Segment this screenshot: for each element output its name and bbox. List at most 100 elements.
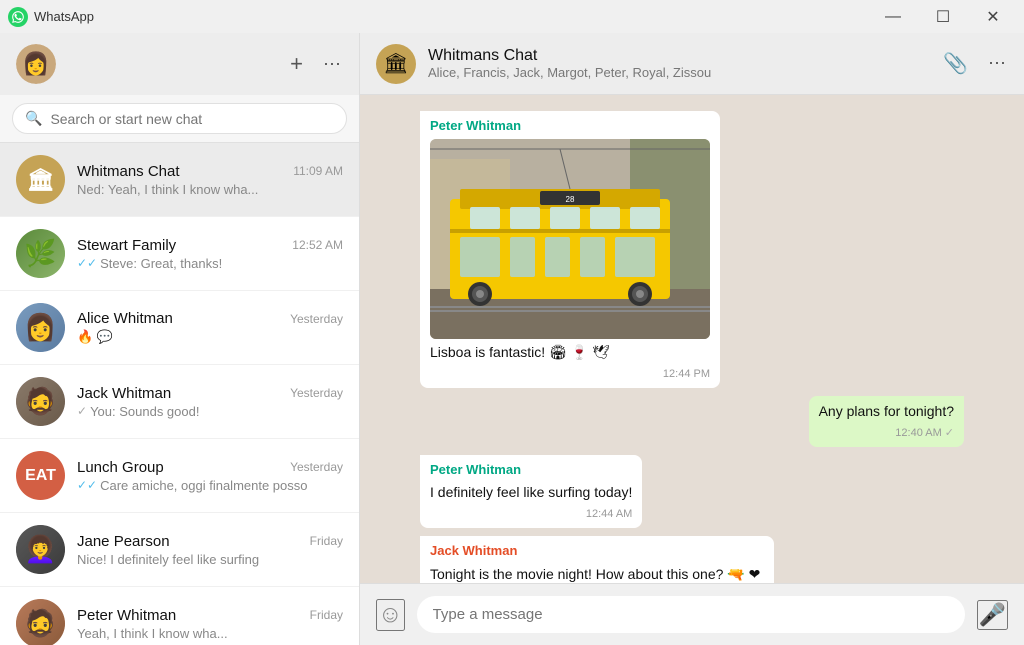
chat-info-jack: Jack Whitman Yesterday ✓ You: Sounds goo…: [77, 385, 343, 419]
chat-name: Lunch Group: [77, 459, 164, 476]
chat-item-alice[interactable]: 👩 Alice Whitman Yesterday 🔥 💬: [0, 291, 359, 365]
chat-item-peter[interactable]: 🧔 Peter Whitman Friday Yeah, I think I k…: [0, 587, 359, 645]
chat-header-name: Whitmans Chat: [428, 47, 931, 65]
message-bubble: Peter Whitman I definitely feel like sur…: [420, 455, 642, 528]
avatar-image: 👩: [16, 303, 65, 352]
chat-list: 🏛 Whitmans Chat 11:09 AM Ned: Yeah, I th…: [0, 143, 359, 645]
chat-info-jane: Jane Pearson Friday Nice! I definitely f…: [77, 533, 343, 567]
chat-avatar-stewart: 🌿: [16, 229, 65, 278]
message-time: 12:40 AM ✓: [819, 426, 954, 441]
chat-header-actions: 📎 ⋯: [943, 51, 1008, 76]
message-sender: Peter Whitman: [430, 461, 632, 479]
chat-menu-button[interactable]: ⋯: [988, 51, 1008, 76]
chat-name: Jack Whitman: [77, 385, 171, 402]
preview-text: Care amiche, oggi finalmente posso: [100, 478, 307, 493]
new-chat-button[interactable]: +: [290, 51, 303, 77]
sidebar-header: 👩 + ⋯: [0, 33, 359, 95]
avatar-image: 🌿: [16, 229, 65, 278]
chat-name-row: Jack Whitman Yesterday: [77, 385, 343, 402]
chat-info-alice: Alice Whitman Yesterday 🔥 💬: [77, 310, 343, 345]
search-bar: 🔍: [0, 95, 359, 143]
chat-time: 11:09 AM: [293, 164, 343, 178]
chat-item-stewart[interactable]: 🌿 Stewart Family 12:52 AM ✓✓ Steve: Grea…: [0, 217, 359, 291]
message-text: Lisboa is fantastic! 🏟 🍷 🕊: [430, 343, 710, 363]
double-check-icon: ✓✓: [77, 256, 97, 270]
mic-button[interactable]: 🎤: [977, 600, 1008, 630]
chat-name: Jane Pearson: [77, 533, 170, 550]
chat-item-jane[interactable]: 👩‍🦱 Jane Pearson Friday Nice! I definite…: [0, 513, 359, 587]
message-sender: Peter Whitman: [430, 117, 710, 135]
message-time: 12:44 AM: [430, 507, 632, 522]
double-check-icon: ✓✓: [77, 478, 97, 492]
chat-name: Peter Whitman: [77, 607, 176, 624]
single-check-icon: ✓: [77, 404, 87, 418]
chat-preview: Ned: Yeah, I think I know wha...: [77, 182, 343, 197]
attachment-button[interactable]: 📎: [943, 51, 968, 76]
app-logo: [8, 7, 28, 27]
message-input-bar: ☺ 🎤: [360, 583, 1024, 645]
chat-avatar-jack: 🧔: [16, 377, 65, 426]
message-image: 28: [430, 139, 710, 339]
app-title: WhatsApp: [34, 9, 870, 24]
chat-item-whitmans[interactable]: 🏛 Whitmans Chat 11:09 AM Ned: Yeah, I th…: [0, 143, 359, 217]
message-sender: Jack Whitman: [430, 542, 764, 560]
lunch-avatar-text: EAT: [25, 467, 56, 485]
chat-header: 🏛 Whitmans Chat Alice, Francis, Jack, Ma…: [360, 33, 1024, 95]
maximize-button[interactable]: ☐: [920, 0, 966, 33]
chat-avatar-jane: 👩‍🦱: [16, 525, 65, 574]
message-bubble: Jack Whitman Tonight is the movie night!…: [420, 536, 774, 583]
chat-preview: ✓✓ Steve: Great, thanks!: [77, 256, 343, 271]
chat-time: Friday: [310, 608, 343, 622]
window-controls: — ☐ ✕: [870, 0, 1016, 33]
close-button[interactable]: ✕: [970, 0, 1016, 33]
message-peter-image: Peter Whitman: [420, 111, 720, 388]
emoji-button[interactable]: ☺: [376, 599, 405, 631]
chat-time: Friday: [310, 534, 343, 548]
chat-time: Yesterday: [290, 386, 343, 400]
user-avatar[interactable]: 👩: [16, 44, 56, 84]
message-text: Any plans for tonight?: [819, 402, 954, 422]
chat-time: Yesterday: [290, 312, 343, 326]
tram-image-svg: 28: [430, 139, 710, 339]
message-bubble: Peter Whitman: [420, 111, 720, 388]
preview-text: 🔥 💬: [77, 329, 113, 345]
chat-time: 12:52 AM: [292, 238, 343, 252]
svg-text:28: 28: [566, 195, 575, 204]
chat-name-row: Peter Whitman Friday: [77, 607, 343, 624]
chat-avatar-alice: 👩: [16, 303, 65, 352]
message-input[interactable]: [417, 596, 965, 633]
chat-preview: ✓ You: Sounds good!: [77, 404, 343, 419]
avatar-image: 👩‍🦱: [16, 525, 65, 574]
chat-name: Stewart Family: [77, 237, 176, 254]
chat-avatar-peter: 🧔: [16, 599, 65, 645]
group-avatar: 🏛: [376, 44, 416, 84]
minimize-button[interactable]: —: [870, 0, 916, 33]
message-text: I definitely feel like surfing today!: [430, 483, 632, 503]
chat-info-whitmans: Whitmans Chat 11:09 AM Ned: Yeah, I thin…: [77, 163, 343, 197]
group-avatar-icon: 🏛: [383, 51, 408, 76]
preview-text: You: Sounds good!: [90, 404, 199, 419]
chat-info-peter: Peter Whitman Friday Yeah, I think I kno…: [77, 607, 343, 641]
chat-item-jack[interactable]: 🧔 Jack Whitman Yesterday ✓ You: Sounds g…: [0, 365, 359, 439]
chat-name-row: Lunch Group Yesterday: [77, 459, 343, 476]
chat-header-members: Alice, Francis, Jack, Margot, Peter, Roy…: [428, 65, 931, 80]
search-input[interactable]: [50, 111, 334, 127]
chat-name-row: Jane Pearson Friday: [77, 533, 343, 550]
message-jack-movie: Jack Whitman Tonight is the movie night!…: [420, 536, 774, 583]
chat-item-lunch[interactable]: EAT Lunch Group Yesterday ✓✓ Care amiche…: [0, 439, 359, 513]
chat-header-info: Whitmans Chat Alice, Francis, Jack, Marg…: [428, 47, 931, 80]
chat-avatar-lunch: EAT: [16, 451, 65, 500]
message-peter-surfing: Peter Whitman I definitely feel like sur…: [420, 455, 642, 528]
avatar-image: 🧔: [16, 377, 65, 426]
sidebar: 👩 + ⋯ 🔍 🏛 Whitmans Cha: [0, 33, 360, 645]
sent-check-icon: ✓: [945, 426, 954, 441]
chat-name: Alice Whitman: [77, 310, 173, 327]
avatar-image: 🧔: [16, 599, 65, 645]
chat-info-lunch: Lunch Group Yesterday ✓✓ Care amiche, og…: [77, 459, 343, 493]
chat-info-stewart: Stewart Family 12:52 AM ✓✓ Steve: Great,…: [77, 237, 343, 271]
chat-name-row: Whitmans Chat 11:09 AM: [77, 163, 343, 180]
menu-button[interactable]: ⋯: [323, 51, 343, 77]
chat-preview: ✓✓ Care amiche, oggi finalmente posso: [77, 478, 343, 493]
title-bar: WhatsApp — ☐ ✕: [0, 0, 1024, 33]
search-input-wrapper: 🔍: [12, 103, 347, 134]
